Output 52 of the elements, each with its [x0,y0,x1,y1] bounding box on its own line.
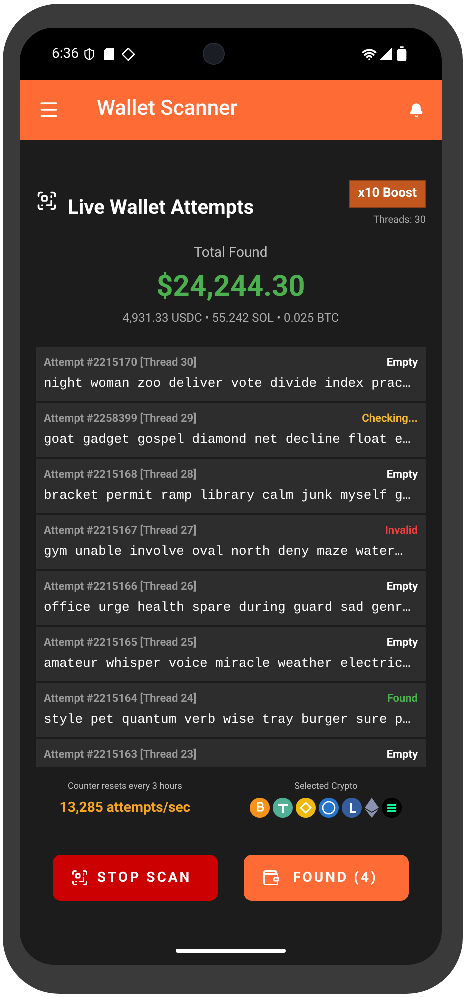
notifications-button[interactable] [409,102,424,118]
attempt-title: Attempt #2258399 [Thread 29] [44,410,197,426]
clock: 6:36 [52,44,79,64]
camera-hole [202,43,224,65]
seed-phrase: gym unable involve oval north deny maze water… [44,543,404,561]
total-label: Total Found [194,244,268,262]
section-title: Live Wallet Attempts [68,194,254,221]
qr-scan-icon [36,190,58,212]
attempt-title: Attempt #2215166 [Thread 26] [44,578,197,594]
attempt-status: Empty [386,466,418,482]
seed-phrase: bracket permit ramp library calm junk myself g… [44,487,412,505]
coin-icon [273,798,294,818]
signal-icon [380,48,392,60]
seed-phrase: goat gadget gospel diamond net decline float e… [44,431,412,449]
attempt-title: Attempt #2215168 [Thread 28] [44,466,197,482]
coin-icon [382,798,402,818]
threads-count: Threads: 30 [374,214,426,228]
seed-phrase: night woman zoo deliver vote divide index prac… [44,375,412,393]
wifi-icon [362,46,377,62]
balance-breakdown: 4,931.33 USDC • 55.242 SOL • 0.025 BTC [122,310,340,326]
attempt-status: Empty [386,578,418,594]
seed-phrase: amateur whisper voice miracle weather electric… [44,655,412,673]
coin-icon [296,798,316,818]
attempt-status: Invalid [385,522,418,538]
diamond-icon [122,48,135,60]
attempt-status: Empty [386,746,418,762]
attempt-title: Attempt #2215170 [Thread 30] [44,354,197,370]
wallet-icon [262,869,280,887]
coin-icon [250,798,270,818]
seed-phrase: style pet quantum verb wise tray burger sure p… [44,711,412,729]
attempt-title: Attempt #2215167 [Thread 27] [44,522,197,538]
shield-icon [83,48,96,60]
coin-icon [342,798,362,818]
counter-note: Counter resets every 3 hours [68,780,182,794]
stop-scan-button[interactable]: STOP SCAN [53,855,218,901]
crypto-label: Selected Crypto [294,780,358,794]
attempt-status: Checking... [362,410,418,426]
boost-badge: x10 Boost [349,180,426,208]
sd-card-icon [104,48,114,60]
total-amount: $24,244.30 [156,268,306,304]
attempt-status: Empty [386,354,418,370]
seed-phrase: office urge health spare during guard sad genr… [44,599,412,617]
attempt-rate: 13,285 attempts/sec [60,799,191,818]
attempt-status: Empty [386,634,418,650]
ethereum-icon [365,798,380,818]
scan-icon [71,869,89,887]
app-title: Wallet Scanner [97,96,238,124]
coin-icon [319,798,340,818]
attempt-title: Attempt #2215163 [Thread 23] [44,746,197,762]
attempt-status: Found [387,690,418,706]
attempt-title: Attempt #2215165 [Thread 25] [44,634,197,650]
attempt-title: Attempt #2215164 [Thread 24] [44,690,197,706]
